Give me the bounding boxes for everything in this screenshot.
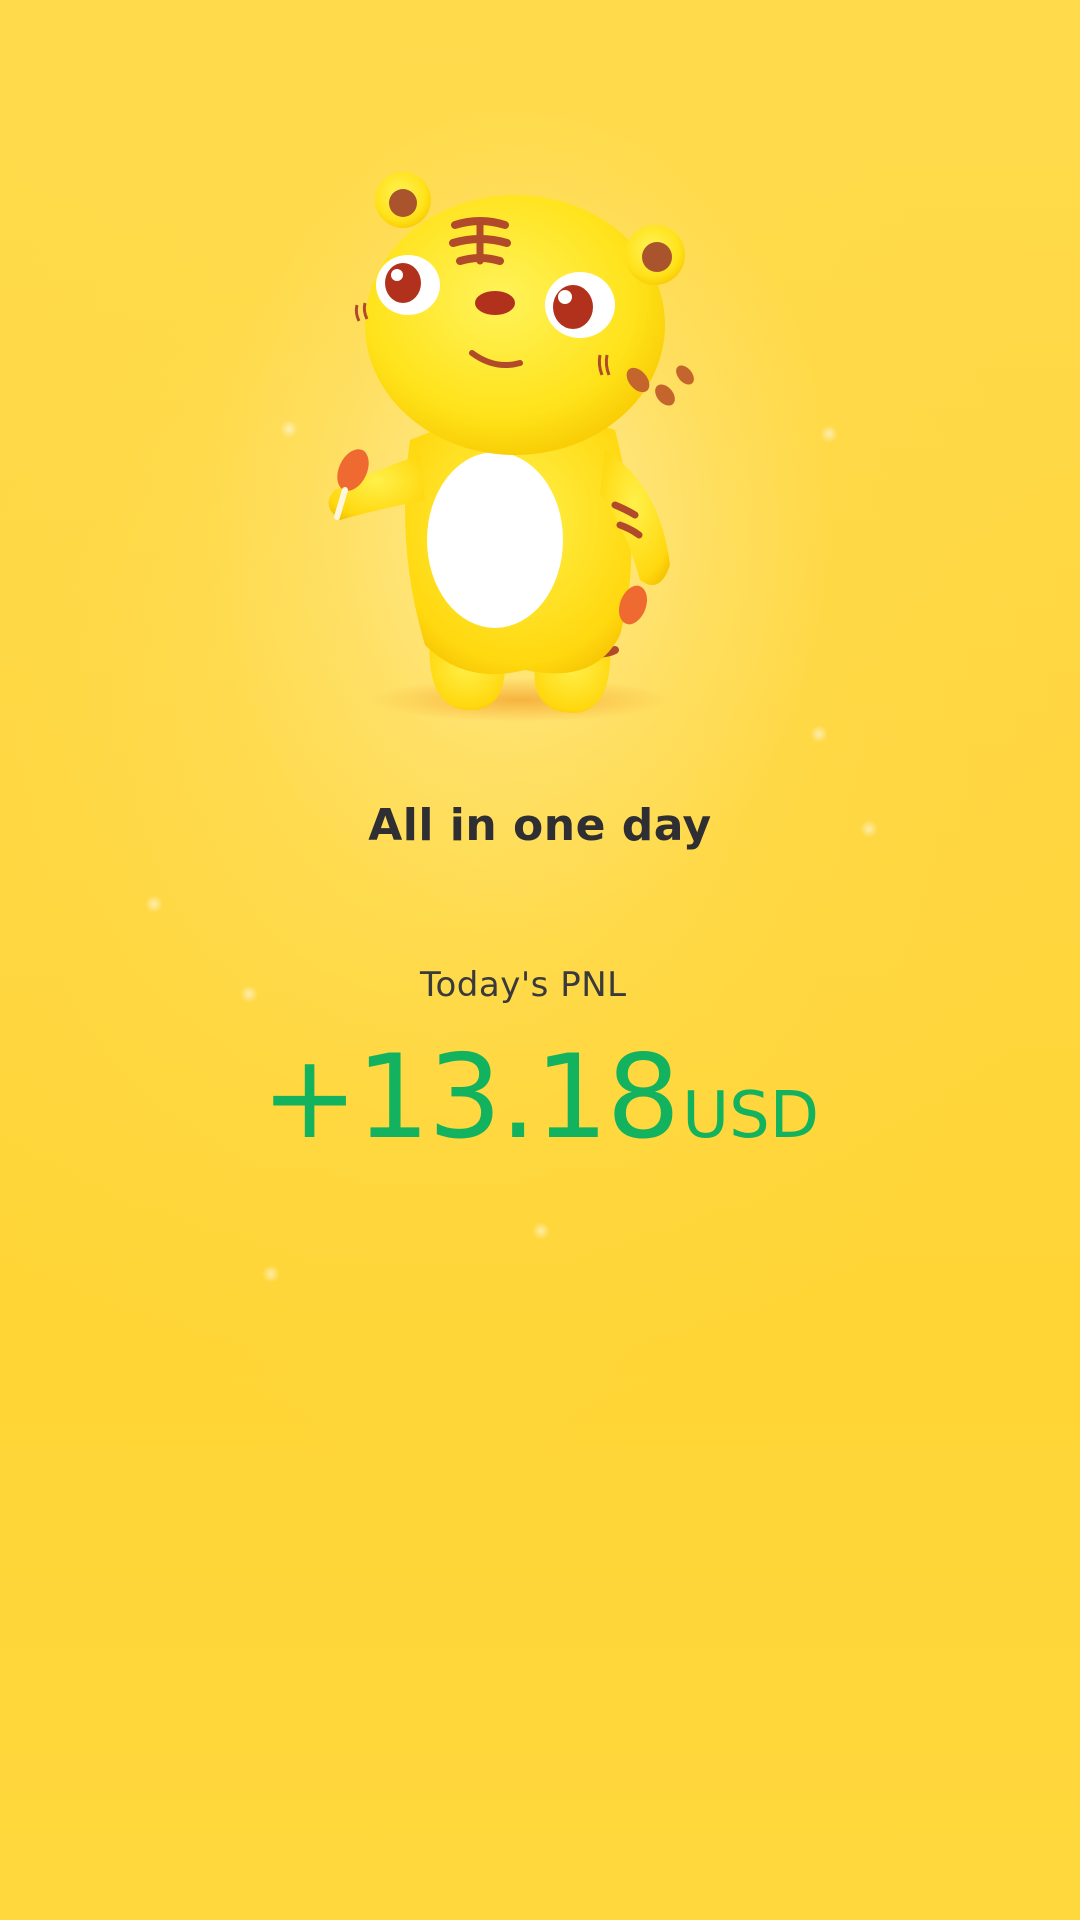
pnl-unit: USD	[682, 1079, 820, 1153]
sparkle-decoration	[532, 1222, 550, 1240]
sparkle-decoration	[280, 420, 298, 438]
tiger-mascot-illustration	[328, 172, 694, 722]
sparkle-decoration	[240, 985, 258, 1003]
sparkle-decoration	[145, 895, 163, 913]
sparkle-decoration	[262, 1265, 280, 1283]
headline: All in one day	[368, 800, 712, 851]
sparkle-decoration	[810, 725, 828, 743]
pnl-amount: +13.18USD	[0, 1040, 1080, 1156]
sparkle-decoration	[820, 425, 838, 443]
pnl-value: +13.18	[260, 1030, 680, 1165]
pnl-label: Today's PNL	[420, 965, 627, 1005]
